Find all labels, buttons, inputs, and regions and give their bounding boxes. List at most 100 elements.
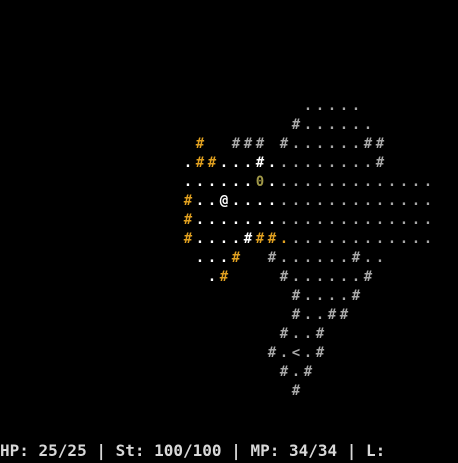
floor-tile: . [291, 136, 301, 152]
floor-tile: . [351, 231, 361, 247]
floor-tile: . [351, 193, 361, 209]
floor-tile: . [363, 193, 373, 209]
floor-tile: . [411, 212, 421, 228]
wall-tile: # [267, 345, 277, 361]
wall-tile: # [267, 250, 277, 266]
wall-tile: # [219, 269, 229, 285]
floor-tile: . [375, 250, 385, 266]
floor-tile: . [339, 212, 349, 228]
wall-tile: # [183, 193, 193, 209]
floor-tile: . [339, 193, 349, 209]
floor-tile: . [303, 345, 313, 361]
floor-tile: . [363, 212, 373, 228]
floor-tile: . [195, 174, 205, 190]
floor-tile: . [423, 193, 433, 209]
floor-tile: . [315, 288, 325, 304]
floor-tile: . [327, 193, 337, 209]
game-screen[interactable]: ..... #...... # # # # #...... # #. # #... #........… [0, 0, 458, 463]
floor-tile: . [375, 193, 385, 209]
item-icon: 0 [255, 174, 265, 190]
wall-tile: # [291, 307, 301, 323]
floor-tile: . [315, 117, 325, 133]
floor-tile: . [291, 326, 301, 342]
floor-tile: . [363, 155, 373, 171]
floor-tile: . [279, 174, 289, 190]
floor-tile: . [267, 174, 277, 190]
floor-tile: . [207, 212, 217, 228]
floor-tile: . [423, 212, 433, 228]
floor-tile: . [219, 250, 229, 266]
floor-tile: . [327, 231, 337, 247]
floor-tile: . [231, 155, 241, 171]
floor-tile: . [291, 174, 301, 190]
floor-tile: . [279, 155, 289, 171]
floor-tile: . [351, 174, 361, 190]
floor-tile: . [351, 269, 361, 285]
floor-tile: . [339, 117, 349, 133]
floor-tile: . [339, 250, 349, 266]
floor-tile: . [231, 193, 241, 209]
floor-tile: . [219, 155, 229, 171]
floor-tile: . [387, 231, 397, 247]
wall-tile: # [183, 212, 193, 228]
floor-tile: . [411, 174, 421, 190]
floor-tile: . [327, 155, 337, 171]
floor-tile: . [327, 136, 337, 152]
floor-tile: . [219, 174, 229, 190]
floor-tile: . [399, 193, 409, 209]
floor-tile: . [339, 136, 349, 152]
floor-tile: . [339, 98, 349, 114]
wall-tile: # [279, 269, 289, 285]
floor-tile: . [327, 117, 337, 133]
floor-tile: . [399, 231, 409, 247]
floor-tile: . [303, 326, 313, 342]
floor-tile: . [363, 250, 373, 266]
floor-tile: . [399, 174, 409, 190]
wall-tile: # [255, 231, 265, 247]
floor-tile: . [303, 193, 313, 209]
wall-tile: # [291, 288, 301, 304]
floor-tile: . [303, 269, 313, 285]
floor-tile: . [207, 193, 217, 209]
floor-tile: . [339, 174, 349, 190]
floor-tile: . [375, 212, 385, 228]
floor-tile: . [351, 155, 361, 171]
floor-tile: . [291, 155, 301, 171]
floor-tile: . [291, 269, 301, 285]
wall-tile: # [363, 269, 373, 285]
floor-tile: . [207, 174, 217, 190]
floor-tile: . [315, 98, 325, 114]
floor-tile: . [315, 250, 325, 266]
floor-tile: . [243, 155, 253, 171]
floor-tile: . [183, 155, 193, 171]
floor-tile: . [315, 174, 325, 190]
wall-tile: # [315, 345, 325, 361]
wall-tile: # [339, 307, 349, 323]
floor-tile: . [255, 212, 265, 228]
floor-tile: . [303, 174, 313, 190]
floor-tile: . [339, 231, 349, 247]
floor-tile: . [183, 174, 193, 190]
floor-tile: . [303, 212, 313, 228]
floor-tile: . [387, 174, 397, 190]
floor-tile: . [303, 136, 313, 152]
floor-tile: . [387, 212, 397, 228]
floor-tile: . [267, 212, 277, 228]
wall-tile: # [231, 136, 241, 152]
floor-tile: . [411, 193, 421, 209]
wall-tile: # [327, 307, 337, 323]
floor-tile: . [291, 212, 301, 228]
wall-tile: # [363, 136, 373, 152]
wall-tile: # [291, 383, 301, 399]
floor-tile: . [315, 212, 325, 228]
floor-tile: . [315, 155, 325, 171]
floor-tile: . [303, 117, 313, 133]
wall-tile: # [315, 326, 325, 342]
floor-tile: . [423, 231, 433, 247]
wall-tile: # [351, 250, 361, 266]
wall-tile: # [375, 155, 385, 171]
floor-tile: . [351, 212, 361, 228]
floor-tile: . [195, 193, 205, 209]
floor-tile: . [411, 231, 421, 247]
wall-tile: # [279, 136, 289, 152]
